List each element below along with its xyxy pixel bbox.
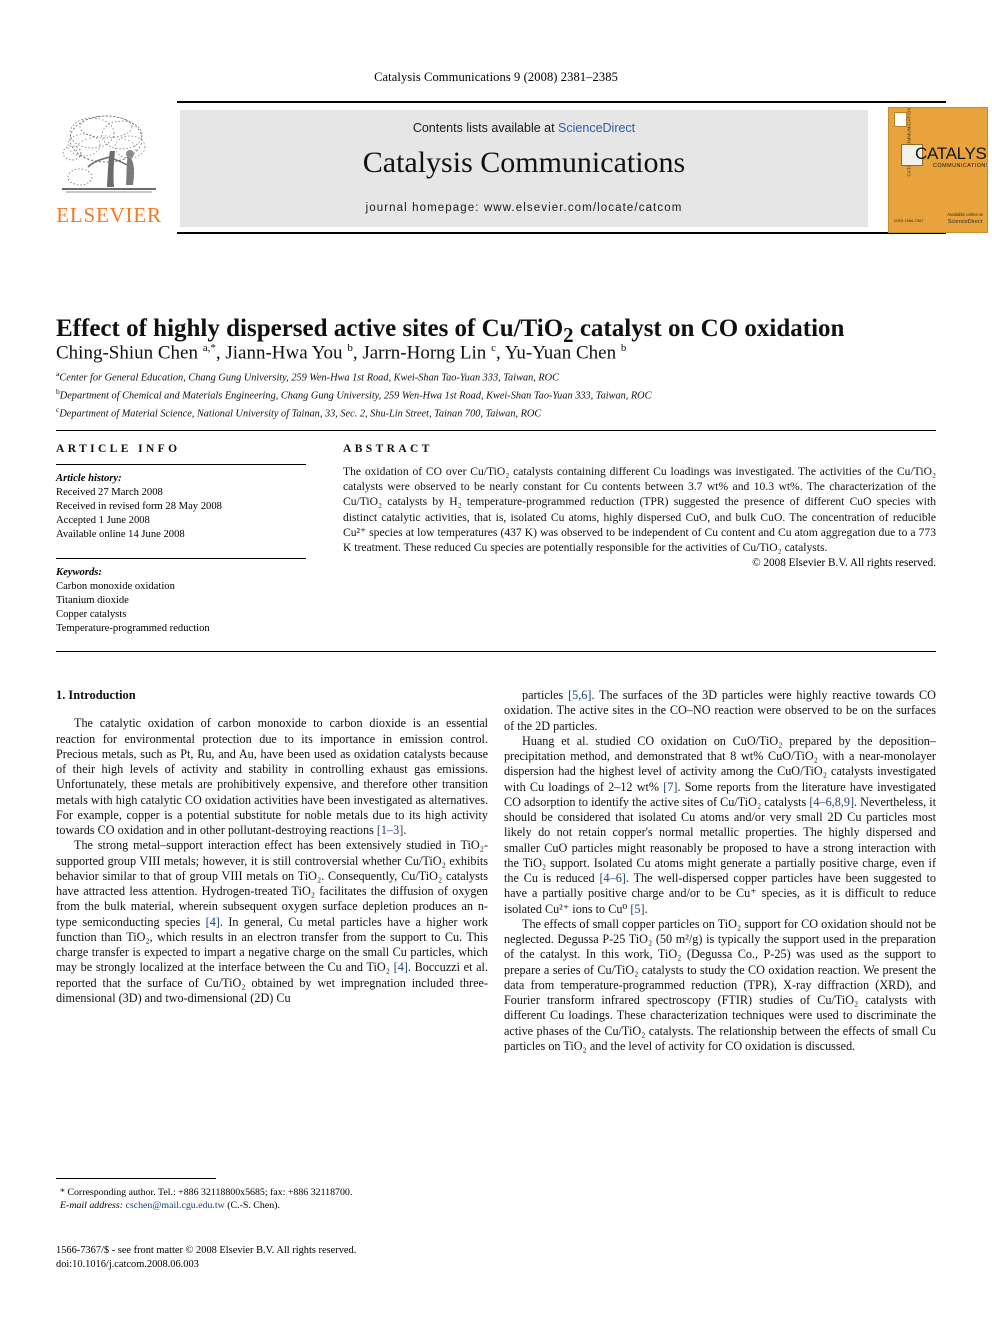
keyword-item: Temperature-programmed reduction bbox=[56, 623, 210, 634]
article-history-item: Accepted 1 June 2008 bbox=[56, 515, 150, 526]
body-paragraph: Huang et al. studied CO oxidation on CuO… bbox=[504, 733, 936, 916]
citation-link[interactable]: [4–6,8,9] bbox=[809, 795, 854, 809]
page-footer: 1566-7367/$ - see front matter © 2008 El… bbox=[56, 1244, 656, 1271]
footnote-line: * Corresponding author. Tel.: +886 32118… bbox=[56, 1186, 488, 1199]
email-link[interactable]: cschen@mail.cgu.edu.tw bbox=[125, 1200, 224, 1211]
author-affil-marker[interactable]: b bbox=[621, 342, 627, 354]
cover-title: CATALYSIS bbox=[915, 144, 987, 163]
keyword-item: Copper catalysts bbox=[56, 609, 127, 620]
author-list: Ching-Shiun Chen a,*, Jiann-Hwa You b, J… bbox=[56, 336, 936, 365]
cover-issn: ISSN 1566-7367 bbox=[894, 218, 924, 223]
footnote-corresponding-text: Corresponding author. Tel.: +886 3211880… bbox=[67, 1187, 353, 1198]
keyword-item: Carbon monoxide oxidation bbox=[56, 581, 175, 592]
info-band-bottom-rule bbox=[56, 651, 936, 652]
contents-prefix: Contents lists available at bbox=[412, 121, 559, 135]
masthead-top-rule bbox=[177, 101, 946, 103]
citation-link[interactable]: [4] bbox=[394, 960, 408, 974]
elsevier-tree-icon bbox=[62, 115, 156, 193]
citation-link[interactable]: [5] bbox=[630, 902, 644, 916]
affiliation-text: Center for General Education, Chang Gung… bbox=[59, 372, 559, 384]
keywords-label: Keywords: bbox=[56, 567, 102, 578]
contents-available-line: Contents lists available at ScienceDirec… bbox=[180, 121, 868, 135]
footnote-email-line: E-mail address: cschen@mail.cgu.edu.tw (… bbox=[56, 1199, 488, 1212]
article-history-item: Received 27 March 2008 bbox=[56, 487, 163, 498]
article-page: Catalysis Communications 9 (2008) 2381–2… bbox=[0, 0, 992, 1323]
cover-subtitle: COMMUNICATIONS bbox=[933, 163, 988, 169]
author-name: Jiann-Hwa You bbox=[225, 342, 348, 364]
info-band-top-rule bbox=[56, 430, 936, 431]
affiliation-text: Department of Material Science, National… bbox=[59, 408, 542, 420]
elsevier-logo: ELSEVIER bbox=[48, 109, 170, 233]
affiliation-item: bDepartment of Chemical and Materials En… bbox=[56, 385, 936, 403]
affiliation-item: aCenter for General Education, Chang Gun… bbox=[56, 367, 936, 385]
footnote-rule bbox=[56, 1178, 216, 1179]
article-info-column: ARTICLE INFO Article history: Received 2… bbox=[56, 443, 306, 636]
journal-homepage-line[interactable]: journal homepage: www.elsevier.com/locat… bbox=[180, 202, 868, 214]
doi-line[interactable]: doi:10.1016/j.catcom.2008.06.003 bbox=[56, 1258, 656, 1272]
author-affil-marker[interactable]: a,* bbox=[203, 342, 216, 354]
affiliation-list: aCenter for General Education, Chang Gun… bbox=[56, 367, 936, 420]
body-column-right: particles [5,6]. The surfaces of the 3D … bbox=[504, 688, 936, 1054]
body-paragraph: The catalytic oxidation of carbon monoxi… bbox=[56, 716, 488, 837]
corresponding-author-footnote: * Corresponding author. Tel.: +886 32118… bbox=[56, 1186, 488, 1212]
body-column-left: 1. Introduction The catalytic oxidation … bbox=[56, 688, 488, 1006]
citation-link[interactable]: [7] bbox=[663, 780, 677, 794]
masthead-bottom-rule bbox=[177, 232, 946, 234]
citation-link[interactable]: [1–3] bbox=[377, 823, 403, 837]
citation-link[interactable]: [4] bbox=[206, 915, 220, 929]
issn-copyright-line: 1566-7367/$ - see front matter © 2008 El… bbox=[56, 1245, 357, 1256]
author-separator: , bbox=[215, 342, 226, 364]
journal-banner: Contents lists available at ScienceDirec… bbox=[180, 110, 868, 227]
body-paragraph: The effects of small copper particles on… bbox=[504, 916, 936, 1053]
journal-cover-thumbnail: CATALYSIS COMMUNICATIONS CATALYSIS COMMU… bbox=[888, 107, 988, 233]
article-history-label: Article history: bbox=[56, 473, 122, 484]
affiliation-text: Department of Chemical and Materials Eng… bbox=[59, 390, 652, 402]
affiliation-item: cDepartment of Material Science, Nationa… bbox=[56, 403, 936, 421]
article-info-divider bbox=[56, 464, 306, 465]
body-paragraph: particles [5,6]. The surfaces of the 3D … bbox=[504, 688, 936, 733]
elsevier-wordmark: ELSEVIER bbox=[56, 203, 162, 227]
author-name: Yu-Yuan Chen bbox=[504, 342, 621, 364]
running-head: Catalysis Communications 9 (2008) 2381–2… bbox=[374, 70, 618, 84]
author-name: Ching-Shiun Chen bbox=[56, 342, 203, 364]
author-separator: , bbox=[352, 342, 363, 364]
cover-foot-label: Available online at bbox=[947, 212, 983, 217]
email-suffix: (C.-S. Chen). bbox=[227, 1200, 280, 1212]
abstract-column: ABSTRACT The oxidation of CO over Cu/TiO… bbox=[343, 443, 936, 571]
cover-elsevier-icon bbox=[894, 112, 907, 127]
body-paragraph: The strong metal–support interaction eff… bbox=[56, 838, 488, 1005]
citation-link[interactable]: [5,6] bbox=[568, 688, 591, 702]
article-history-item: Available online 14 June 2008 bbox=[56, 529, 185, 540]
article-info-heading: ARTICLE INFO bbox=[56, 443, 181, 455]
section-heading-introduction: 1. Introduction bbox=[56, 688, 136, 702]
article-history-item: Received in revised form 28 May 2008 bbox=[56, 501, 222, 512]
keywords-divider bbox=[56, 558, 306, 559]
email-label: E-mail address: bbox=[60, 1200, 123, 1212]
cover-sciencedirect-brand: ScienceDirect bbox=[947, 219, 983, 225]
citation-link[interactable]: [4–6] bbox=[599, 871, 625, 885]
copyright-line: © 2008 Elsevier B.V. All rights reserved… bbox=[752, 557, 936, 570]
abstract-heading: ABSTRACT bbox=[343, 443, 433, 455]
author-name: Jarrn-Horng Lin bbox=[362, 342, 492, 364]
journal-masthead: ELSEVIER Contents lists available at Sci… bbox=[46, 101, 988, 234]
abstract-text: The oxidation of CO over Cu/TiO₂ catalys… bbox=[343, 465, 936, 555]
sciencedirect-link[interactable]: ScienceDirect bbox=[558, 121, 635, 135]
author-separator: , bbox=[495, 342, 505, 364]
journal-title: Catalysis Communications bbox=[362, 146, 686, 179]
keyword-item: Titanium dioxide bbox=[56, 595, 129, 606]
footnote-marker: * bbox=[60, 1187, 65, 1198]
